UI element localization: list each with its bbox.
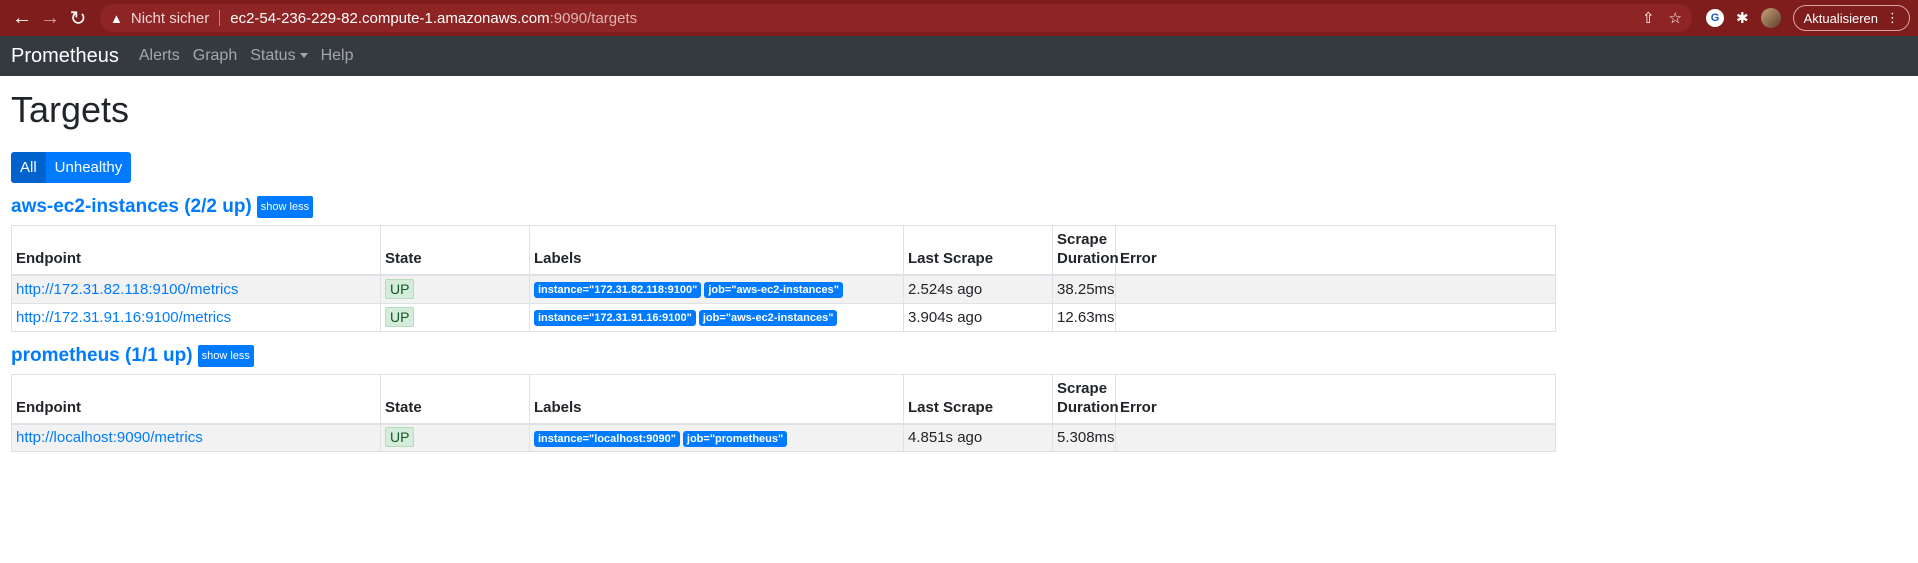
warning-icon: ▲: [110, 10, 123, 26]
back-icon[interactable]: ←: [8, 4, 36, 32]
show-less-button[interactable]: show less: [256, 196, 314, 218]
col-state: State: [380, 373, 530, 425]
col-scrape-line2: Duration: [1057, 398, 1119, 416]
col-labels: Labels: [529, 373, 904, 425]
last-scrape: 3.904s ago: [903, 302, 1053, 332]
label-badge: instance="172.31.82.118:9100": [534, 282, 702, 299]
forward-icon[interactable]: →: [36, 4, 64, 32]
col-endpoint: Endpoint: [11, 373, 381, 425]
filter-unhealthy-button[interactable]: Unhealthy: [45, 152, 132, 183]
col-scrape-line2: Duration: [1057, 250, 1119, 267]
show-less-button[interactable]: show less: [197, 344, 254, 367]
endpoint-link[interactable]: http://172.31.91.16:9100/metrics: [16, 309, 231, 326]
scrape-duration: 12.63ms: [1052, 302, 1116, 332]
table-header: Endpoint State Labels Last Scrape Scrape…: [11, 225, 1556, 276]
state-badge: UP: [385, 306, 415, 327]
security-status: Nicht sicher: [130, 9, 210, 27]
scrape-duration: 5.308ms: [1052, 423, 1116, 452]
filter-button-group: All Unhealthy: [11, 152, 1907, 183]
error-cell: [1115, 274, 1556, 304]
col-last-scrape: Last Scrape: [903, 225, 1053, 276]
nav-status-label: Status: [250, 47, 296, 64]
main-content: Targets All Unhealthy aws-ec2-instances …: [0, 90, 1918, 452]
nav-status[interactable]: Status: [250, 47, 308, 65]
label-badge: instance="172.31.91.16:9100": [534, 310, 696, 326]
puzzle-icon[interactable]: ✱: [1736, 9, 1749, 27]
error-cell: [1115, 423, 1556, 452]
pool-header: prometheus (1/1 up) show less: [11, 344, 1907, 368]
nav-help[interactable]: Help: [321, 47, 354, 65]
caret-down-icon: [299, 53, 308, 59]
filter-all-button[interactable]: All: [11, 152, 46, 183]
more-menu-icon[interactable]: ⋮: [1886, 10, 1899, 26]
col-scrape-duration: Scrape Duration: [1052, 373, 1119, 425]
col-error: Error: [1115, 373, 1556, 425]
update-label: Aktualisieren: [1803, 10, 1878, 26]
targets-table: Endpoint State Labels Last Scrape Scrape…: [11, 225, 1556, 332]
col-state: State: [380, 225, 530, 276]
col-scrape-line1: Scrape: [1057, 231, 1108, 248]
last-scrape: 2.524s ago: [903, 274, 1053, 304]
address-bar[interactable]: ▲ Nicht sicher ec2-54-236-229-82.compute…: [100, 4, 1692, 32]
label-badge: job="aws-ec2-instances": [704, 282, 843, 299]
state-badge: UP: [385, 427, 415, 448]
endpoint-link[interactable]: http://172.31.82.118:9100/metrics: [16, 281, 238, 298]
nav-graph[interactable]: Graph: [193, 47, 237, 65]
col-scrape-line1: Scrape: [1057, 379, 1108, 397]
col-error: Error: [1115, 225, 1556, 276]
nav-alerts[interactable]: Alerts: [139, 47, 180, 65]
error-cell: [1115, 302, 1556, 332]
pool-title[interactable]: prometheus (1/1 up): [11, 345, 193, 367]
navbar-brand[interactable]: Prometheus: [11, 45, 119, 68]
last-scrape: 4.851s ago: [903, 423, 1053, 452]
col-endpoint: Endpoint: [11, 225, 381, 276]
scrape-duration: 38.25ms: [1052, 274, 1116, 304]
divider: [219, 10, 221, 26]
pool-header: aws-ec2-instances (2/2 up) show less: [11, 195, 1907, 219]
page-title: Targets: [11, 89, 130, 130]
targets-table: Endpoint State Labels Last Scrape Scrape…: [11, 373, 1556, 452]
pool-title[interactable]: aws-ec2-instances (2/2 up): [11, 196, 252, 218]
label-badge: job="prometheus": [682, 430, 788, 447]
table-row: http://172.31.82.118:9100/metrics UP ins…: [11, 274, 1556, 304]
extension-icon[interactable]: G: [1705, 9, 1724, 27]
url-host: ec2-54-236-229-82.compute-1.amazonaws.co…: [230, 9, 550, 27]
share-icon[interactable]: ⇧: [1642, 9, 1655, 27]
endpoint-link[interactable]: http://localhost:9090/metrics: [16, 429, 203, 446]
col-scrape-duration: Scrape Duration: [1052, 225, 1119, 276]
table-header: Endpoint State Labels Last Scrape Scrape…: [11, 373, 1556, 425]
bookmark-star-icon[interactable]: ☆: [1669, 9, 1682, 27]
col-labels: Labels: [529, 225, 904, 276]
url-path: :9090/targets: [549, 9, 638, 27]
label-badge: job="aws-ec2-instances": [698, 310, 838, 326]
state-badge: UP: [385, 278, 415, 299]
reload-icon[interactable]: ↻: [64, 4, 92, 32]
browser-toolbar: ← → ↻ ▲ Nicht sicher ec2-54-236-229-82.c…: [0, 0, 1918, 36]
col-last-scrape: Last Scrape: [903, 373, 1053, 425]
table-row: http://localhost:9090/metrics UP instanc…: [11, 423, 1556, 452]
table-row: http://172.31.91.16:9100/metrics UP inst…: [11, 302, 1556, 332]
label-badge: instance="localhost:9090": [534, 430, 680, 447]
update-button[interactable]: Aktualisieren ⋮: [1792, 5, 1910, 31]
navbar: Prometheus Alerts Graph Status Help: [0, 36, 1918, 76]
profile-avatar[interactable]: [1760, 8, 1781, 28]
